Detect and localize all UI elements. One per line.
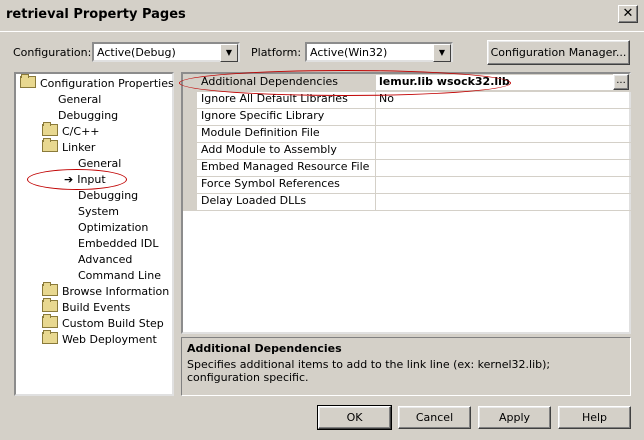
tree-item-label: Build Events (62, 301, 131, 314)
chevron-down-icon[interactable]: ▼ (220, 44, 238, 62)
tree-item[interactable]: System (78, 204, 119, 220)
platform-select[interactable]: Active(Win32) ▼ (305, 42, 453, 62)
property-name: Module Definition File (201, 126, 320, 139)
tree-item[interactable]: Linker (42, 138, 96, 156)
column-divider (375, 159, 376, 176)
browse-button[interactable]: ... (613, 74, 629, 90)
property-row[interactable]: Add Module to Assembly (183, 142, 631, 160)
tree-item[interactable]: Advanced (78, 252, 132, 268)
annotation-ellipse-input (27, 169, 127, 190)
tree-item-label: Custom Build Step (62, 317, 164, 330)
tree-item[interactable]: Command Line (78, 268, 161, 284)
tree-item-label: Debugging (58, 109, 119, 122)
tree-item[interactable]: Embedded IDL (78, 236, 158, 252)
tree-item[interactable]: Debugging (78, 188, 138, 204)
property-grid[interactable]: Additional Dependencies lemur.lib wsock32… (181, 72, 631, 334)
platform-label-text: Platform: (251, 46, 302, 59)
property-name: Add Module to Assembly (201, 143, 337, 156)
column-divider (375, 142, 376, 159)
window-title: retrieval Property Pages (6, 7, 186, 22)
description-text: Specifies additional items to add to the… (187, 358, 551, 384)
tree-item-label: C/C++ (62, 125, 100, 138)
tree-item-label: Advanced (78, 253, 133, 266)
tree-item-label: Command Line (78, 269, 161, 282)
property-name: Delay Loaded DLLs (201, 194, 307, 207)
column-divider (375, 125, 376, 142)
property-name: Ignore Specific Library (201, 109, 325, 122)
tree-item-label: Embedded IDL (78, 237, 159, 250)
row-gutter (183, 159, 197, 176)
column-divider (375, 176, 376, 193)
ok-button[interactable]: OK (317, 405, 392, 430)
apply-button[interactable]: Apply (478, 406, 551, 429)
tree-item-label: Web Deployment (62, 333, 157, 346)
folder-icon (42, 282, 58, 296)
tree-item-label: Browse Information (62, 285, 170, 298)
row-gutter (183, 125, 197, 142)
property-row[interactable]: Module Definition File (183, 125, 631, 143)
folder-open-icon (42, 138, 58, 152)
help-button[interactable]: Help (558, 406, 631, 429)
configuration-label-text: Configuration: (13, 46, 92, 59)
folder-icon (42, 122, 58, 136)
tree-item-label: Linker (62, 141, 96, 154)
tree-item[interactable]: Build Events (42, 298, 131, 316)
row-gutter (183, 108, 197, 125)
property-row[interactable]: Force Symbol References (183, 176, 631, 194)
folder-open-icon (20, 74, 36, 88)
folder-icon (42, 314, 58, 328)
tree-item-label: Configuration Properties (40, 77, 174, 90)
title-bar: retrieval Property Pages ✕ (0, 0, 644, 32)
tree-item[interactable]: Configuration Properties (20, 74, 174, 92)
property-name: Force Symbol References (201, 177, 340, 190)
tree-item[interactable]: General (58, 92, 101, 108)
chevron-down-icon[interactable]: ▼ (433, 44, 451, 62)
row-gutter (183, 176, 197, 193)
cancel-button[interactable]: Cancel (398, 406, 471, 429)
folder-icon (42, 330, 58, 344)
tree-item[interactable]: Debugging (58, 108, 118, 124)
row-gutter (183, 193, 197, 210)
platform-value: Active(Win32) (310, 46, 388, 59)
property-row[interactable]: Embed Managed Resource File (183, 159, 631, 177)
configuration-label: Configuration: (13, 46, 91, 59)
row-gutter (183, 91, 197, 108)
property-row[interactable]: Delay Loaded DLLs (183, 193, 631, 211)
tree-item[interactable]: Web Deployment (42, 330, 157, 348)
description-title: Additional Dependencies (187, 342, 342, 355)
tree-view[interactable]: Configuration Properties General Debugging… (14, 72, 174, 396)
tree-item[interactable]: Custom Build Step (42, 314, 164, 332)
annotation-ellipse-dependencies (179, 70, 511, 96)
close-button[interactable]: ✕ (618, 5, 638, 23)
property-name: Embed Managed Resource File (201, 160, 370, 173)
column-divider (375, 193, 376, 210)
configuration-manager-button[interactable]: Configuration Manager... (487, 40, 630, 65)
platform-label: Platform: (251, 46, 301, 59)
tree-item-label: System (78, 205, 120, 218)
description-panel: Additional Dependencies Specifies additi… (181, 337, 631, 396)
column-divider (375, 108, 376, 125)
configuration-value: Active(Debug) (97, 46, 176, 59)
tree-item[interactable]: Optimization (78, 220, 148, 236)
tree-item-label: Optimization (78, 221, 149, 234)
row-gutter (183, 142, 197, 159)
tree-item[interactable]: Browse Information (42, 282, 170, 300)
property-row[interactable]: Ignore Specific Library (183, 108, 631, 126)
configuration-select[interactable]: Active(Debug) ▼ (92, 42, 240, 62)
folder-icon (42, 298, 58, 312)
tree-item-label: General (58, 93, 102, 106)
tree-item-label: Debugging (78, 189, 139, 202)
tree-item-label: General (78, 157, 122, 170)
